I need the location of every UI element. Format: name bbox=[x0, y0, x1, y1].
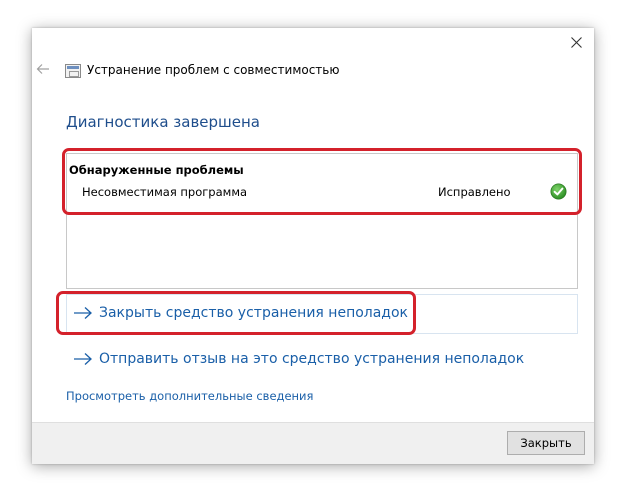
close-button[interactable]: Закрыть bbox=[507, 431, 585, 455]
close-troubleshooter-label: Закрыть средство устранения неполадок bbox=[99, 305, 409, 321]
dialog-footer: Закрыть bbox=[32, 422, 594, 464]
window-title: Устранение проблем с совместимостью bbox=[87, 63, 340, 77]
troubleshooter-app-icon bbox=[65, 64, 81, 78]
problem-status: Исправлено bbox=[438, 185, 511, 199]
arrow-right-icon bbox=[74, 353, 92, 365]
results-header: Обнаруженные проблемы bbox=[69, 163, 244, 177]
problem-name: Несовместимая программа bbox=[82, 185, 248, 199]
green-check-icon bbox=[550, 183, 567, 200]
send-feedback-label: Отправить отзыв на это средство устранен… bbox=[99, 351, 525, 367]
send-feedback-link[interactable]: Отправить отзыв на это средство устранен… bbox=[73, 351, 524, 367]
back-arrow-icon[interactable] bbox=[35, 61, 51, 77]
close-window-button[interactable] bbox=[562, 30, 590, 54]
arrow-right-icon bbox=[74, 307, 92, 319]
close-icon bbox=[570, 36, 582, 48]
troubleshooter-dialog: Устранение проблем с совместимостью Диаг… bbox=[32, 28, 594, 464]
view-details-link[interactable]: Просмотреть дополнительные сведения bbox=[66, 389, 313, 403]
results-highlight-annotation bbox=[62, 148, 582, 215]
close-troubleshooter-link[interactable]: Закрыть средство устранения неполадок bbox=[73, 305, 408, 321]
page-heading: Диагностика завершена bbox=[66, 113, 260, 131]
